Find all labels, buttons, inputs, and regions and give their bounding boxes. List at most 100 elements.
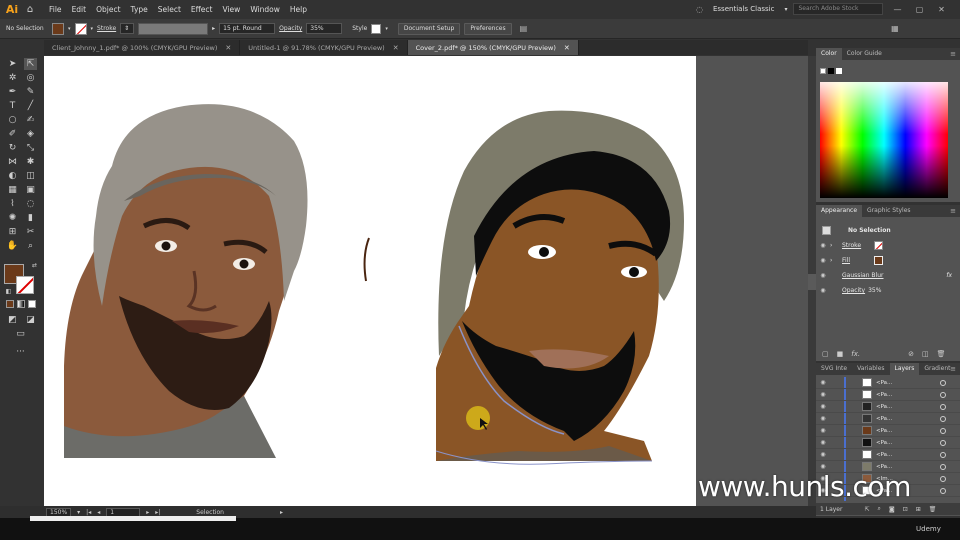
document-setup-button[interactable]: Document Setup (397, 22, 461, 35)
draw-inside-icon[interactable]: ◪ (24, 314, 37, 326)
vector-illustration[interactable] (435, 110, 684, 465)
pen-tool-icon[interactable]: ✒ (6, 86, 19, 98)
selection-tool-icon[interactable]: ➤ (6, 58, 19, 70)
target-icon[interactable] (940, 451, 946, 458)
current-tool-readout[interactable]: Selection (196, 509, 224, 516)
close-icon[interactable]: ✕ (564, 44, 570, 52)
chevron-down-icon[interactable]: ▾ (784, 6, 787, 13)
draw-mode-icon[interactable]: ◩ (6, 314, 19, 326)
target-icon[interactable] (940, 427, 946, 434)
workspace-switcher[interactable]: Essentials Classic (709, 5, 778, 13)
menu-select[interactable]: Select (153, 5, 186, 14)
target-icon[interactable] (940, 415, 946, 422)
close-icon[interactable]: ✕ (393, 44, 399, 52)
visibility-eye-icon[interactable]: ◉ (816, 379, 830, 386)
target-icon[interactable] (940, 439, 946, 446)
stroke-swatch[interactable] (74, 22, 87, 35)
menu-effect[interactable]: Effect (186, 5, 218, 14)
add-fill-icon[interactable]: ■ (837, 350, 844, 358)
layer-row[interactable]: ◉ <Pa... (816, 425, 960, 437)
visibility-eye-icon[interactable]: ◉ (816, 272, 830, 279)
new-sublayer-icon[interactable]: ⊡ (903, 506, 908, 513)
layer-row[interactable]: ◉ <Pa... (816, 413, 960, 425)
screen-mode-icon[interactable]: ▭ (14, 328, 27, 340)
tab-client-johnny[interactable]: Client_Johnny_1.pdf* @ 100% (CMYK/GPU Pr… (44, 40, 241, 55)
home-icon[interactable]: ⌂ (22, 4, 38, 15)
chevron-down-icon[interactable]: ▾ (77, 509, 80, 516)
tab-untitled-1[interactable]: Untitled-1 @ 91.78% (CMYK/GPU Preview) ✕ (240, 40, 408, 55)
tab-color[interactable]: Color (816, 48, 842, 60)
artboard-tool-icon[interactable]: ⊞ (6, 226, 19, 238)
zoom-tool-icon[interactable]: ⌕ (24, 240, 37, 252)
tab-svg-interactivity[interactable]: SVG Inte (816, 363, 852, 375)
appearance-row-stroke[interactable]: ◉ › Stroke (816, 238, 960, 253)
hand-tool-icon[interactable]: ✋ (6, 240, 19, 252)
panel-menu-icon[interactable]: ≡ (950, 207, 956, 215)
mesh-tool-icon[interactable]: ▦ (6, 184, 19, 196)
fill-swatch[interactable] (52, 22, 64, 35)
tab-appearance[interactable]: Appearance (816, 205, 863, 217)
next-artboard-icon[interactable]: ▸ (146, 509, 149, 516)
target-icon[interactable] (940, 403, 946, 410)
lasso-tool-icon[interactable]: ◎ (24, 72, 37, 84)
layer-row[interactable]: ◉ <Pa... (816, 389, 960, 401)
target-icon[interactable] (940, 379, 946, 386)
fill-swatch[interactable] (874, 256, 883, 265)
trash-icon[interactable]: 🗑 (937, 350, 946, 358)
curvature-tool-icon[interactable]: ✎ (24, 86, 37, 98)
layer-row[interactable]: ◉ <Pa... (816, 377, 960, 389)
stock-search-input[interactable]: Search Adobe Stock (793, 3, 884, 15)
line-tool-icon[interactable]: ╱ (24, 100, 37, 112)
shaper-tool-icon[interactable]: ✐ (6, 128, 19, 140)
stroke-profile-field[interactable] (138, 22, 209, 35)
perspective-tool-icon[interactable]: ◫ (24, 170, 37, 182)
color-mode-icon[interactable] (6, 300, 14, 308)
blend-tool-icon[interactable]: ◌ (24, 198, 37, 210)
menu-object[interactable]: Object (91, 5, 125, 14)
stroke-weight-field[interactable]: ⇕ (120, 23, 135, 34)
white-swatch[interactable] (836, 68, 842, 74)
menu-edit[interactable]: Edit (67, 5, 92, 14)
default-colors-icon[interactable]: ◧ (2, 286, 15, 298)
tab-layers[interactable]: Layers (889, 363, 920, 375)
visibility-eye-icon[interactable]: ◉ (816, 242, 830, 249)
maximize-icon[interactable]: ▢ (911, 5, 927, 14)
visibility-eye-icon[interactable]: ◉ (816, 451, 830, 458)
tab-color-guide[interactable]: Color Guide (842, 48, 887, 60)
appearance-row-effect[interactable]: ◉ Gaussian Blur fx (816, 268, 960, 283)
none-mode-icon[interactable] (28, 300, 36, 308)
ellipse-tool-icon[interactable]: ○ (6, 114, 19, 126)
paintbrush-tool-icon[interactable]: ✍ (24, 114, 37, 126)
swap-colors-icon[interactable]: ⇄ (28, 260, 41, 272)
appearance-row-opacity[interactable]: ◉ Opacity 35% (816, 283, 960, 298)
stroke-label[interactable]: Stroke (97, 25, 116, 32)
eraser-tool-icon[interactable]: ◈ (24, 128, 37, 140)
slice-tool-icon[interactable]: ✂ (24, 226, 37, 238)
duplicate-item-icon[interactable]: ◫ (922, 350, 929, 358)
prev-artboard-icon[interactable]: ◂ (97, 509, 100, 516)
target-icon[interactable] (940, 463, 946, 470)
menu-file[interactable]: File (44, 5, 67, 14)
trash-icon[interactable]: 🗑 (929, 506, 937, 513)
lightbulb-icon[interactable]: ◌ (696, 5, 703, 14)
layer-row[interactable]: ◉ <Pa... (816, 437, 960, 449)
stroke-color-box[interactable] (16, 276, 34, 294)
magic-wand-tool-icon[interactable]: ✲ (6, 72, 19, 84)
menu-window[interactable]: Window (245, 5, 285, 14)
puppet-warp-tool-icon[interactable]: ✱ (24, 156, 37, 168)
target-icon[interactable] (940, 391, 946, 398)
appearance-row-fill[interactable]: ◉ › Fill (816, 253, 960, 268)
chevron-down-icon[interactable]: ▾ (68, 26, 71, 32)
target-icon[interactable] (940, 475, 946, 482)
pasteboard[interactable] (696, 56, 808, 506)
brush-stroke-mark[interactable] (363, 237, 370, 282)
visibility-eye-icon[interactable]: ◉ (816, 415, 830, 422)
menu-type[interactable]: Type (126, 5, 153, 14)
layer-row[interactable]: ◉ <Pa... (816, 449, 960, 461)
direct-selection-tool-icon[interactable]: ⇱ (24, 58, 37, 70)
symbol-sprayer-tool-icon[interactable]: ✺ (6, 212, 19, 224)
align-icon[interactable]: ▤ (520, 24, 528, 33)
visibility-eye-icon[interactable]: ◉ (816, 287, 830, 294)
panel-menu-icon[interactable]: ≡ (950, 365, 956, 373)
graph-tool-icon[interactable]: ▮ (24, 212, 37, 224)
